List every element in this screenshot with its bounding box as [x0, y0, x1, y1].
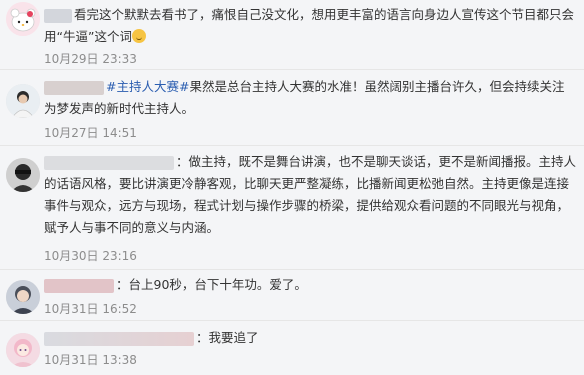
comment-item: 看完这个默默去看书了，痛恨自己没文化，想用更丰富的语言向身边人宣传这个节目都只会… [0, 0, 584, 70]
comment-text: 看完这个默默去看书了，痛恨自己没文化，想用更丰富的语言向身边人宣传这个节目都只会… [44, 7, 575, 44]
hello-kitty-avatar-image [6, 2, 40, 36]
comment-body: ：台上90秒，台下十年功。爱了。 [44, 274, 576, 296]
comment-time: 10月31日 16:52 [44, 302, 137, 316]
comment-time: 10月29日 23:33 [44, 52, 137, 66]
pink-anime-avatar-image [6, 333, 40, 367]
comment-item: ：台上90秒，台下十年功。爱了。 10月31日 16:52 [0, 270, 584, 321]
username-blurred[interactable] [44, 8, 72, 23]
comment-text: ：台上90秒，台下十年功。爱了。 [116, 277, 307, 292]
pink-anime-avatar[interactable] [6, 333, 40, 367]
person-avatar[interactable] [6, 84, 40, 118]
username-blurred[interactable] [44, 278, 114, 293]
comment-item: ：做主持，既不是舞台讲演，也不是聊天谈话，更不是新闻播报。主持人的话语风格，要比… [0, 146, 584, 270]
anime-avatar-image [6, 280, 40, 314]
hashtag-link[interactable]: #主持人大赛# [106, 79, 189, 94]
comment-item: #主持人大赛#果然是总台主持人大赛的水准！虽然阔别主播台许久，但会持续关注为梦发… [0, 70, 584, 146]
hello-kitty-avatar[interactable] [6, 2, 40, 36]
comment-time: 10月27日 14:51 [44, 126, 137, 140]
laughing-emoji-icon [131, 29, 146, 43]
sunglasses-avatar-image [6, 158, 40, 192]
username-blurred[interactable] [44, 80, 104, 95]
comment-time: 10月30日 23:16 [44, 249, 137, 263]
comment-body: ：做主持，既不是舞台讲演，也不是聊天谈话，更不是新闻播报。主持人的话语风格，要比… [44, 151, 576, 239]
comment-body: 看完这个默默去看书了，痛恨自己没文化，想用更丰富的语言向身边人宣传这个节目都只会… [44, 4, 576, 48]
username-blurred[interactable] [44, 331, 194, 346]
sunglasses-avatar[interactable] [6, 158, 40, 192]
anime-avatar[interactable] [6, 280, 40, 314]
comment-text: ：我要追了 [196, 330, 259, 345]
comment-body: #主持人大赛#果然是总台主持人大赛的水准！虽然阔别主播台许久，但会持续关注为梦发… [44, 76, 576, 120]
person-avatar-image [6, 84, 40, 118]
username-blurred[interactable] [44, 155, 174, 170]
comment-time: 10月31日 13:38 [44, 353, 137, 367]
comment-item: ：我要追了 10月31日 13:38 [0, 321, 584, 375]
comment-body: ：我要追了 [44, 327, 576, 349]
